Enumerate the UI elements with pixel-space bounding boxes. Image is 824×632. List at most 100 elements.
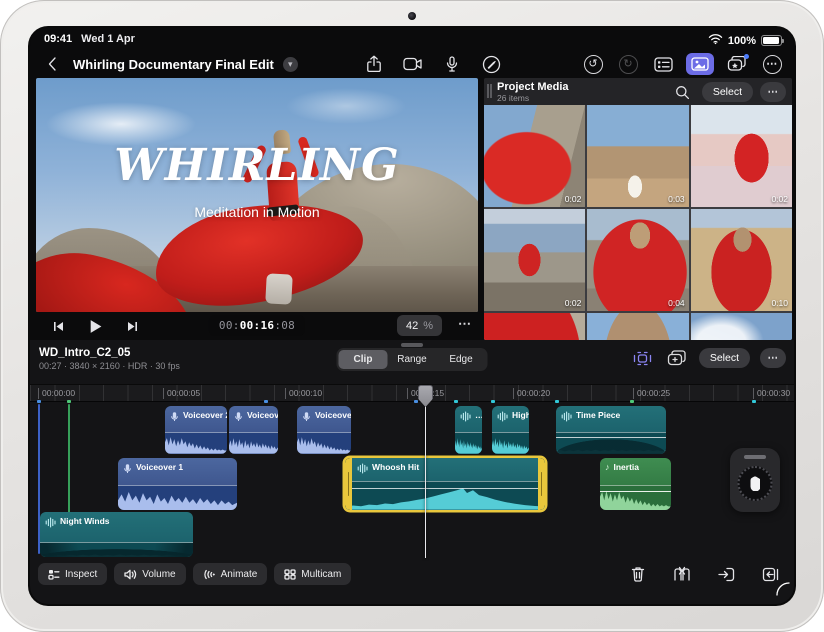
timeline-tracks: Voiceover 2 Voiceover 2 Voiceover 3 … Hi… [30, 402, 794, 560]
timeline-clip-sfx[interactable]: … [455, 406, 482, 454]
viewer-toggle-button[interactable] [686, 53, 714, 75]
timeline-clip-meta: 00:27 · 3840 × 2160 · HDR · 30 fps [39, 361, 180, 371]
media-thumbnail[interactable]: 0:02 [484, 209, 586, 311]
jog-wheel[interactable] [730, 448, 780, 512]
battery-percent: 100% [727, 34, 756, 47]
timeline-clip-inertia[interactable]: ♪ Inertia [600, 458, 671, 510]
transport-bar: 00: 00:16:08 42 % ⋯ [36, 312, 478, 340]
timeline-resize-handle[interactable] [401, 343, 423, 347]
clip-duration: 0:04 [668, 298, 685, 308]
timeline-more-button[interactable]: ⋯ [760, 348, 786, 368]
inspect-button[interactable]: Inspect [38, 563, 108, 585]
media-thumbnail[interactable] [484, 313, 586, 340]
timeline-clip-voiceover3[interactable]: Voiceover 3 [297, 406, 351, 454]
timeline-ruler[interactable]: 00:00:00 00:00:05 00:00:10 00:00:15 00:0… [30, 384, 794, 402]
viewer-subtitle-overlay: Meditation in Motion [194, 204, 320, 220]
battery-icon [761, 35, 784, 46]
timeline-clip-time-piece[interactable]: Time Piece [556, 406, 666, 454]
play-button[interactable] [83, 315, 107, 337]
media-thumbnail[interactable]: 0:10 [690, 209, 792, 311]
viewer-more-button[interactable]: ⋯ [458, 316, 472, 332]
pencil-tools-button[interactable] [479, 53, 503, 75]
project-media-title: Project Media [497, 81, 569, 93]
timeline-select-button[interactable]: Select [698, 348, 750, 368]
status-bar: 09:41 Wed 1 Apr 100% [30, 28, 794, 50]
clip-duration: 0:02 [564, 194, 582, 204]
browser-toggle-button[interactable] [651, 53, 675, 75]
multicam-button[interactable]: Multicam [274, 563, 352, 585]
notification-dot [744, 54, 749, 59]
timeline-clip-high[interactable]: High… [492, 406, 529, 454]
split-blade-icon[interactable] [670, 563, 694, 585]
clip-label: Voiceover 3 [315, 410, 351, 420]
record-camera-button[interactable] [401, 53, 425, 75]
connected-clips-button[interactable] [725, 53, 749, 75]
clip-duration: 0:10 [771, 298, 788, 308]
zoom-value: 42 [405, 319, 419, 332]
overlay-clips-icon[interactable] [665, 347, 689, 369]
media-grid: 0:02 0:03 0:02 0:02 0:04 0:10 [484, 105, 792, 340]
timeline-clip-voiceover1[interactable]: Voiceover 1 [118, 458, 237, 510]
clip-duration: 0:02 [771, 194, 788, 204]
animate-button[interactable]: Animate [192, 563, 268, 585]
jog-wheel-dial[interactable] [737, 466, 773, 501]
front-camera [408, 12, 416, 20]
timecode-display: 00: 00:16:08 [208, 315, 306, 336]
insert-icon[interactable] [714, 563, 738, 585]
trim-handle-right[interactable] [538, 458, 545, 510]
media-thumbnail[interactable]: 0:02 [484, 105, 586, 207]
mode-range[interactable]: Range [388, 350, 437, 369]
search-icon[interactable] [671, 81, 695, 103]
media-thumbnail[interactable] [690, 313, 792, 340]
mode-clip[interactable]: Clip [338, 350, 388, 369]
viewer-zoom-control[interactable]: 42 % [396, 315, 442, 336]
project-media-count: 26 items [497, 93, 530, 103]
delete-icon[interactable] [626, 563, 650, 585]
timeline-clip-night-winds[interactable]: Night Winds [40, 512, 193, 557]
project-media-panel: Project Media 26 items Select ⋯ 0:02 0:0… [484, 78, 792, 340]
top-toolbar: Whirling Documentary Final Edit ▾ ↺ ↻ ⋯ [30, 50, 794, 78]
redo-button[interactable]: ↻ [616, 53, 640, 75]
playhead[interactable] [425, 386, 427, 558]
status-date: Wed 1 Apr [81, 33, 135, 45]
more-options-button[interactable]: ⋯ [760, 53, 784, 75]
dancer-legs [265, 273, 293, 305]
media-thumbnail[interactable]: 0:04 [587, 209, 689, 311]
clip-label: … [475, 410, 482, 420]
jog-wheel-knob[interactable] [750, 476, 760, 491]
media-thumbnail[interactable]: 0:03 [587, 105, 689, 207]
magnetic-timeline-icon[interactable] [631, 347, 655, 369]
clip-label: Night Winds [60, 516, 110, 526]
jog-wheel-grip[interactable] [744, 455, 766, 459]
clip-label: Voiceover 2 [183, 410, 227, 420]
timecode-hours: 00: [218, 319, 240, 332]
skip-to-start-button[interactable] [46, 315, 70, 337]
timeline-clip-voiceover2[interactable]: Voiceover 2 [229, 406, 278, 454]
voiceover-mic-button[interactable] [440, 53, 464, 75]
skip-to-end-button[interactable] [120, 315, 144, 337]
ruler-label: 00:00:10 [285, 388, 322, 399]
cloud [286, 88, 406, 124]
volume-button[interactable]: Volume [114, 563, 186, 585]
export-button[interactable] [362, 53, 386, 75]
timeline-clip-voiceover2[interactable]: Voiceover 2 [165, 406, 227, 454]
corner-swipe-hint [775, 581, 791, 602]
trim-handle-left[interactable] [345, 458, 352, 510]
back-button[interactable] [40, 53, 64, 75]
timeline-clip-whoosh-hit-selected[interactable]: Whoosh Hit [345, 458, 545, 510]
media-select-button[interactable]: Select [701, 82, 753, 102]
panel-drag-handle[interactable] [487, 84, 492, 98]
timeline-clip-title: WD_Intro_C2_05 [39, 347, 131, 359]
undo-button[interactable]: ↺ [581, 53, 605, 75]
media-thumbnail[interactable]: 0:02 [690, 105, 792, 207]
project-title-menu-button[interactable]: ▾ [282, 56, 298, 72]
tool-label: Inspect [65, 568, 98, 580]
clip-duration: 0:02 [564, 298, 582, 308]
media-thumbnail[interactable] [587, 313, 689, 340]
ruler-label: 00:00:20 [513, 388, 550, 399]
mode-edge[interactable]: Edge [437, 350, 486, 369]
clip-duration: 0:03 [668, 194, 685, 204]
media-more-button[interactable]: ⋯ [760, 82, 786, 102]
clip-label: Voiceover 1 [136, 462, 184, 472]
ruler-label: 00:00:00 [38, 388, 75, 399]
